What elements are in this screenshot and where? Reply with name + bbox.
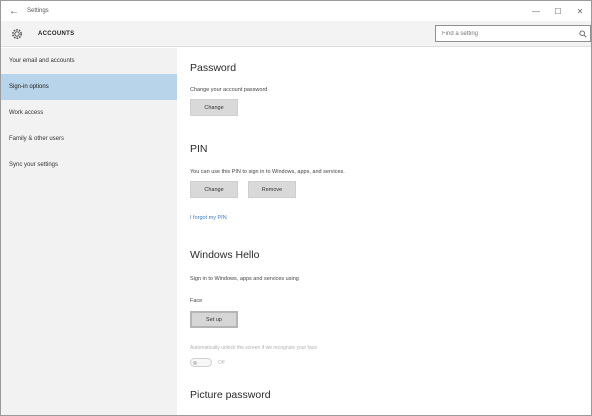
sidebar: Your email and accounts Sign-in options … <box>1 48 177 415</box>
password-description: Change your account password <box>190 87 268 93</box>
password-heading: Password <box>190 62 237 74</box>
maximize-button[interactable]: ☐ <box>547 1 569 21</box>
forgot-pin-link[interactable]: I forgot my PIN <box>190 215 227 221</box>
toggle-state-label: Off <box>218 359 225 366</box>
main-content: Password Change your account password Ch… <box>177 48 591 415</box>
minimize-button[interactable]: — <box>525 1 547 21</box>
sidebar-item-sync-settings[interactable]: Sync your settings <box>1 152 177 178</box>
settings-window: ← Settings — ☐ ✕ ACCOUNTS Find a setting… <box>0 0 592 416</box>
close-button[interactable]: ✕ <box>569 1 591 21</box>
page-title: ACCOUNTS <box>38 30 75 37</box>
windows-hello-description: Sign in to Windows, apps and services us… <box>190 276 299 282</box>
window-title: Settings <box>27 8 49 14</box>
pin-description: You can use this PIN to sign in to Windo… <box>190 169 345 175</box>
gear-icon <box>10 27 24 41</box>
password-change-button[interactable]: Change <box>190 99 238 116</box>
picture-password-heading: Picture password <box>190 389 271 401</box>
toggle-knob <box>193 361 197 365</box>
page-header: ACCOUNTS <box>1 21 591 47</box>
pin-change-button[interactable]: Change <box>190 181 238 198</box>
sidebar-item-label: Sign-in options <box>9 84 49 90</box>
sidebar-item-label: Family & other users <box>9 136 65 142</box>
search-icon[interactable] <box>576 26 590 41</box>
sidebar-item-label: Sync your settings <box>9 162 59 168</box>
face-label: Face <box>190 298 203 304</box>
sidebar-item-sign-in-options[interactable]: Sign-in options <box>1 74 177 100</box>
auto-unlock-description: Automatically unlock the screen if we re… <box>190 345 318 351</box>
search-box[interactable] <box>435 25 591 42</box>
title-bar: ← Settings — ☐ ✕ <box>1 1 591 21</box>
sidebar-item-work-access[interactable]: Work access <box>1 100 177 126</box>
pin-remove-button[interactable]: Remove <box>248 181 296 198</box>
sidebar-item-email-accounts[interactable]: Your email and accounts <box>1 48 177 74</box>
face-setup-button[interactable]: Set up <box>190 311 238 328</box>
pin-heading: PIN <box>190 143 208 155</box>
sidebar-item-label: Your email and accounts <box>9 58 75 64</box>
sidebar-item-label: Work access <box>9 110 44 116</box>
window-controls: — ☐ ✕ <box>525 1 591 21</box>
auto-unlock-toggle-row: Off <box>190 358 225 367</box>
back-arrow-icon[interactable]: ← <box>1 6 27 17</box>
sidebar-item-family-other-users[interactable]: Family & other users <box>1 126 177 152</box>
auto-unlock-toggle[interactable] <box>190 358 212 367</box>
windows-hello-heading: Windows Hello <box>190 249 260 261</box>
search-input[interactable] <box>436 26 576 41</box>
